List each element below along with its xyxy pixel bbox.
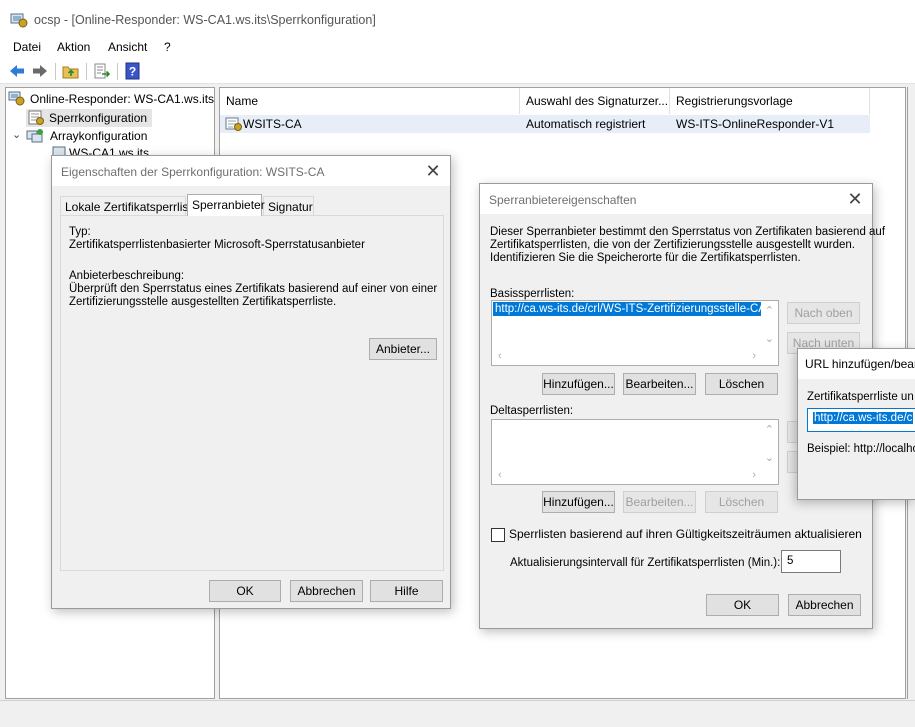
cancel-button[interactable]: Abbrechen <box>290 580 363 602</box>
array-config-icon <box>26 129 43 143</box>
tab-strip: Lokale Zertifikatsperrliste Sperranbiete… <box>60 194 442 216</box>
column-header-signer[interactable]: Auswahl des Signaturzer... <box>520 88 670 114</box>
url-input[interactable]: http://ca.ws-its.de/c <box>807 408 915 432</box>
delta-crl-label: Deltasperrlisten: <box>490 405 574 417</box>
tab-signatur[interactable]: Signatur <box>263 196 314 216</box>
url-input-value: http://ca.ws-its.de/c <box>813 412 914 424</box>
menu-aktion[interactable]: Aktion <box>57 40 90 54</box>
ok-button[interactable]: OK <box>209 580 281 602</box>
menu-bar: Datei Aktion Ansicht ? <box>0 38 915 59</box>
delta-crl-list[interactable]: ⌃ ⌄ ‹ › <box>491 419 779 485</box>
status-bar <box>0 700 915 727</box>
base-crl-list[interactable]: http://ca.ws-its.de/crl/WS-ITS-Zertifizi… <box>491 300 779 366</box>
row-name-cell: WSITS-CA <box>243 117 302 131</box>
url-dialog: URL hinzufügen/bear Zertifikatsperrliste… <box>797 348 915 500</box>
chevron-down-icon[interactable]: ⌄ <box>12 128 21 141</box>
dialog-titlebar: URL hinzufügen/bear <box>798 349 915 379</box>
table-row[interactable]: WSITS-CA Automatisch registriert WS-ITS-… <box>220 115 870 133</box>
menu-datei[interactable]: Datei <box>13 40 41 54</box>
revocation-config-icon <box>225 117 242 131</box>
delete-delta-button[interactable]: Löschen <box>705 491 778 513</box>
description-label: Anbieterbeschreibung: <box>69 270 185 282</box>
provider-button[interactable]: Anbieter... <box>369 338 437 360</box>
menu-help[interactable]: ? <box>164 40 171 54</box>
scroll-left-icon[interactable]: ‹ <box>498 350 502 362</box>
export-list-icon[interactable] <box>93 62 111 80</box>
back-arrow-icon[interactable] <box>8 62 26 80</box>
help-button[interactable]: Hilfe <box>370 580 443 602</box>
row-signer-cell: Automatisch registriert <box>526 117 646 131</box>
description-line: Zertifizierungsstelle ausgestellten Zert… <box>69 296 337 308</box>
intro-text: Zertifikatsperrlisten, die von der Zerti… <box>490 239 855 251</box>
description-line: Überprüft den Sperrstatus eines Zertifik… <box>69 283 438 295</box>
column-header-template[interactable]: Registrierungsvorlage <box>670 88 870 114</box>
move-up-button[interactable]: Nach oben <box>787 302 860 324</box>
dialog-title: Sperranbietereigenschaften <box>489 193 637 207</box>
add-base-button[interactable]: Hinzufügen... <box>542 373 615 395</box>
tree-sperr-label: Sperrkonfiguration <box>49 111 148 125</box>
intro-text: Dieser Sperranbieter bestimmt den Sperrs… <box>490 226 886 238</box>
scroll-down-icon[interactable]: ⌄ <box>765 452 774 464</box>
menu-ansicht[interactable]: Ansicht <box>108 40 147 54</box>
close-icon[interactable]: ✕ <box>422 160 444 182</box>
svg-text:?: ? <box>129 65 136 79</box>
tab-local-crl[interactable]: Lokale Zertifikatsperrliste <box>60 196 198 216</box>
row-template-cell: WS-ITS-OnlineResponder-V1 <box>676 117 835 131</box>
tree-array-label: Arraykonfiguration <box>50 129 148 143</box>
edit-base-button[interactable]: Bearbeiten... <box>623 373 696 395</box>
scroll-left-icon[interactable]: ‹ <box>498 469 502 481</box>
toolbar: ? <box>0 59 915 84</box>
url-field-label: Zertifikatsperrliste un <box>807 391 914 403</box>
forward-arrow-icon[interactable] <box>31 62 49 80</box>
close-icon[interactable]: ✕ <box>844 188 866 210</box>
scroll-right-icon[interactable]: › <box>752 350 756 362</box>
type-value: Zertifikatsperrlistenbasierter Microsoft… <box>69 239 365 251</box>
window-title: ocsp - [Online-Responder: WS-CA1.ws.its\… <box>34 13 376 27</box>
interval-input[interactable]: 5 <box>781 550 841 573</box>
online-responder-icon <box>8 91 25 106</box>
ok-button[interactable]: OK <box>706 594 779 616</box>
tab-sperranbieter[interactable]: Sperranbieter <box>187 194 265 216</box>
tab-page-sperranbieter: Typ: Zertifikatsperrlistenbasierter Micr… <box>60 215 444 571</box>
column-header-name[interactable]: Name <box>220 88 520 114</box>
up-folder-icon[interactable] <box>62 62 80 80</box>
edit-delta-button[interactable]: Bearbeiten... <box>623 491 696 513</box>
add-delta-button[interactable]: Hinzufügen... <box>542 491 615 513</box>
ocsp-app-icon <box>10 13 28 28</box>
toolbar-separator <box>55 63 56 80</box>
delete-base-button[interactable]: Löschen <box>705 373 778 395</box>
tree-root-label: Online-Responder: WS-CA1.ws.its <box>30 92 215 106</box>
list-item[interactable]: http://ca.ws-its.de/crl/WS-ITS-Zertifizi… <box>493 302 761 316</box>
scroll-right-icon[interactable]: › <box>752 469 756 481</box>
revocation-config-icon <box>28 110 44 125</box>
dialog-title: URL hinzufügen/bear <box>805 357 915 371</box>
checkbox-label: Sperrlisten basierend auf ihren Gültigke… <box>509 527 862 541</box>
dialog-titlebar: Sperranbietereigenschaften ✕ <box>480 184 872 214</box>
scroll-up-icon[interactable]: ⌃ <box>765 305 774 317</box>
type-label: Typ: <box>69 226 91 238</box>
toolbar-separator <box>117 63 118 80</box>
dialog-title: Eigenschaften der Sperrkonfiguration: WS… <box>61 165 325 179</box>
url-example: Beispiel: http://localho <box>807 443 915 455</box>
dialog-titlebar: Eigenschaften der Sperrkonfiguration: WS… <box>52 156 450 186</box>
scroll-down-icon[interactable]: ⌄ <box>765 333 774 345</box>
tree-node-sperrkonfiguration[interactable]: Sperrkonfiguration <box>26 109 152 127</box>
scroll-up-icon[interactable]: ⌃ <box>765 424 774 436</box>
interval-label: Aktualisierungsintervall für Zertifikats… <box>510 557 781 569</box>
help-icon[interactable]: ? <box>124 62 142 80</box>
update-by-validity-checkbox[interactable] <box>491 528 505 542</box>
intro-text: Identifizieren Sie die Speicherorte für … <box>490 252 801 264</box>
properties-dialog: Eigenschaften der Sperrkonfiguration: WS… <box>51 155 451 609</box>
toolbar-separator <box>86 63 87 80</box>
title-bar: ocsp - [Online-Responder: WS-CA1.ws.its\… <box>0 0 915 38</box>
cancel-button[interactable]: Abbrechen <box>788 594 861 616</box>
